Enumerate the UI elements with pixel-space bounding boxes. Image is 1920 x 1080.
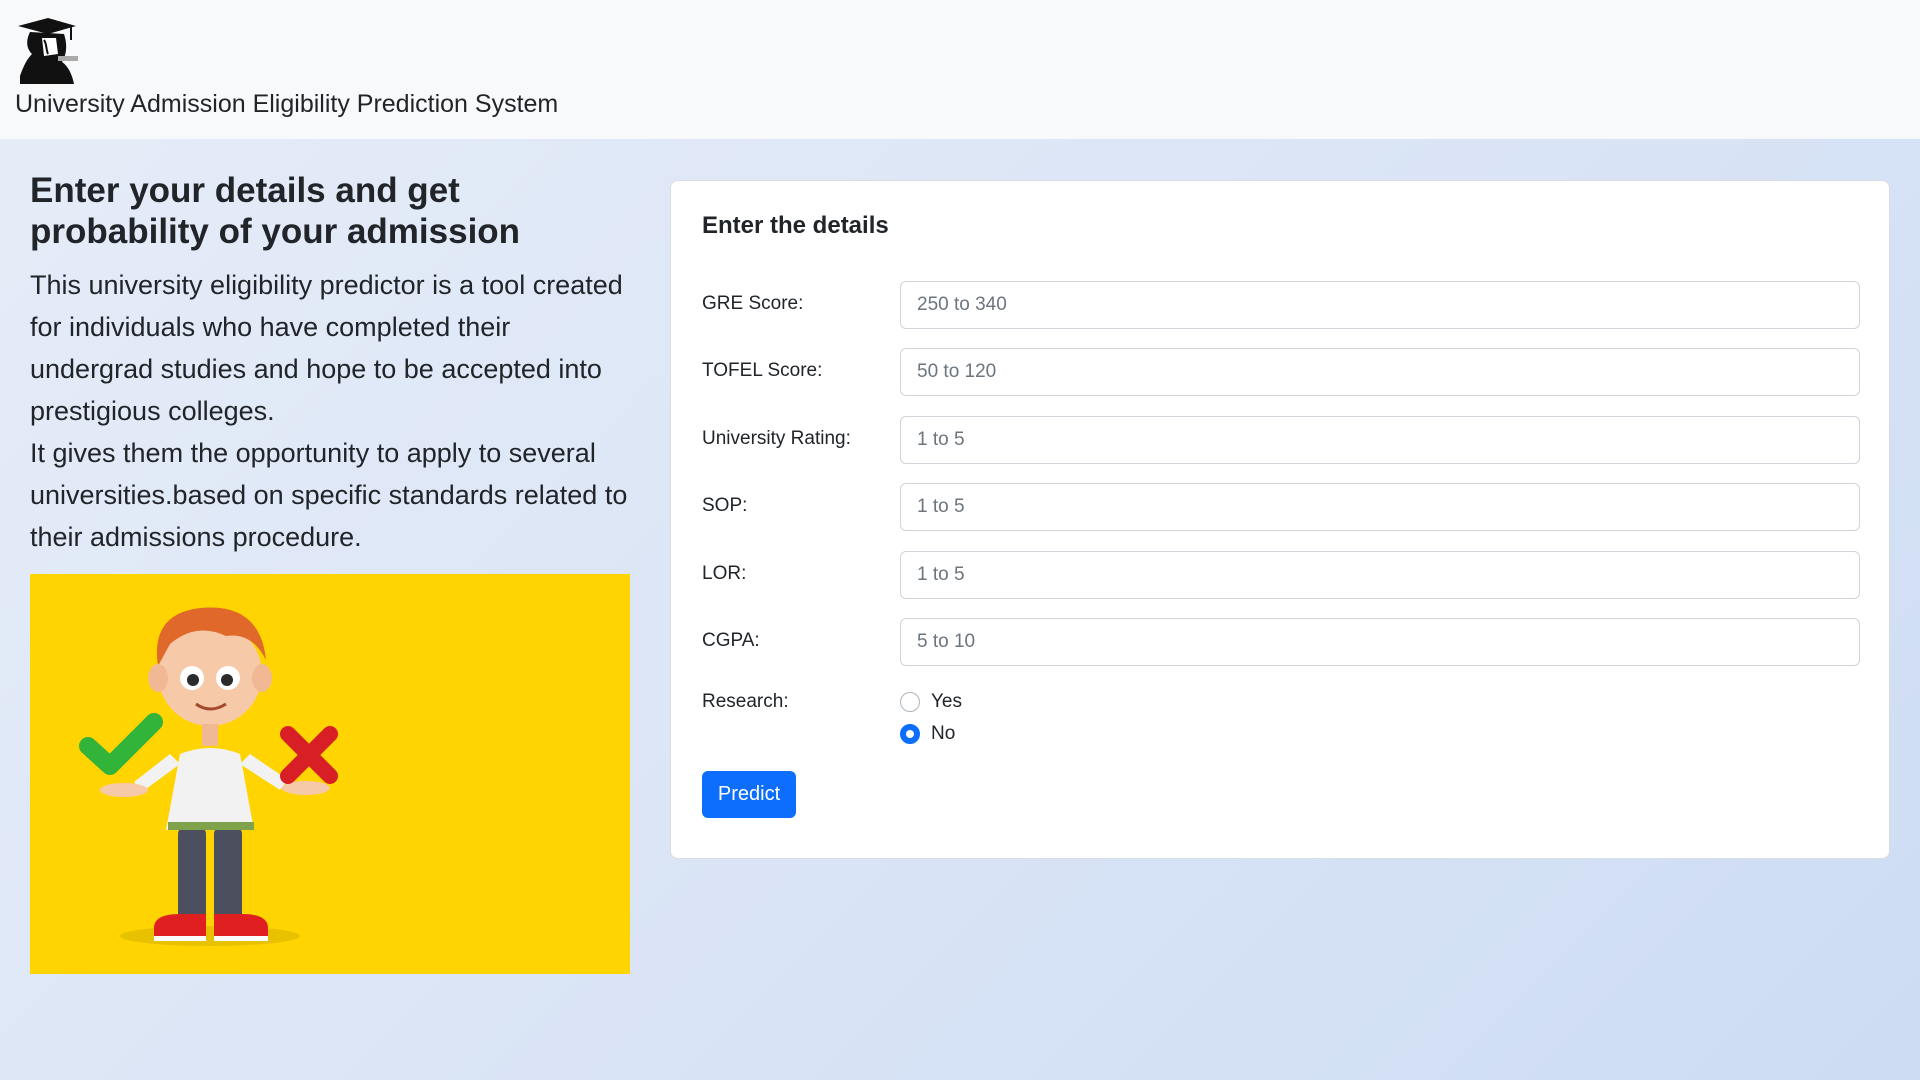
form-row-tofel: TOFEL Score: xyxy=(702,348,1862,396)
university-rating-input[interactable] xyxy=(900,416,1860,464)
tofel-score-input[interactable] xyxy=(900,348,1860,396)
intro-paragraph: It gives them the opportunity to apply t… xyxy=(30,438,628,552)
lor-label: LOR: xyxy=(702,563,747,584)
research-yes-radio[interactable] xyxy=(900,692,920,712)
research-no-radio[interactable] xyxy=(900,724,920,744)
form-row-gre: GRE Score: xyxy=(702,281,1862,329)
intro-paragraph: This university eligibility predictor is… xyxy=(30,270,623,426)
lor-input[interactable] xyxy=(900,551,1860,599)
research-yes-label[interactable]: Yes xyxy=(931,691,962,713)
predict-button[interactable]: Predict xyxy=(702,771,796,818)
gre-score-input[interactable] xyxy=(900,281,1860,329)
brand-title[interactable]: University Admission Eligibility Predict… xyxy=(15,90,558,119)
intro-section: Enter your details and get probability o… xyxy=(30,170,630,558)
graduate-logo-icon[interactable] xyxy=(14,16,80,84)
university-rating-label: University Rating: xyxy=(702,428,851,449)
research-label: Research: xyxy=(702,691,789,712)
tofel-score-label: TOFEL Score: xyxy=(702,360,823,381)
form-row-cgpa: CGPA: xyxy=(702,618,1862,666)
research-option-no[interactable]: No xyxy=(900,723,955,745)
intro-description: This university eligibility predictor is… xyxy=(30,264,630,558)
form-title: Enter the details xyxy=(702,212,889,239)
form-row-university-rating: University Rating: xyxy=(702,416,1862,464)
research-no-label[interactable]: No xyxy=(931,723,955,745)
sop-input[interactable] xyxy=(900,483,1860,531)
form-row-lor: LOR: xyxy=(702,551,1862,599)
intro-heading: Enter your details and get probability o… xyxy=(30,171,521,251)
admission-illustration xyxy=(30,574,630,974)
sop-label: SOP: xyxy=(702,495,748,516)
form-row-sop: SOP: xyxy=(702,483,1862,531)
cgpa-input[interactable] xyxy=(900,618,1860,666)
research-option-yes[interactable]: Yes xyxy=(900,691,962,713)
prediction-form-card: Enter the details GRE Score: TOFEL Score… xyxy=(670,180,1890,859)
navbar: University Admission Eligibility Predict… xyxy=(0,0,1920,139)
gre-score-label: GRE Score: xyxy=(702,293,804,314)
cgpa-label: CGPA: xyxy=(702,630,760,651)
